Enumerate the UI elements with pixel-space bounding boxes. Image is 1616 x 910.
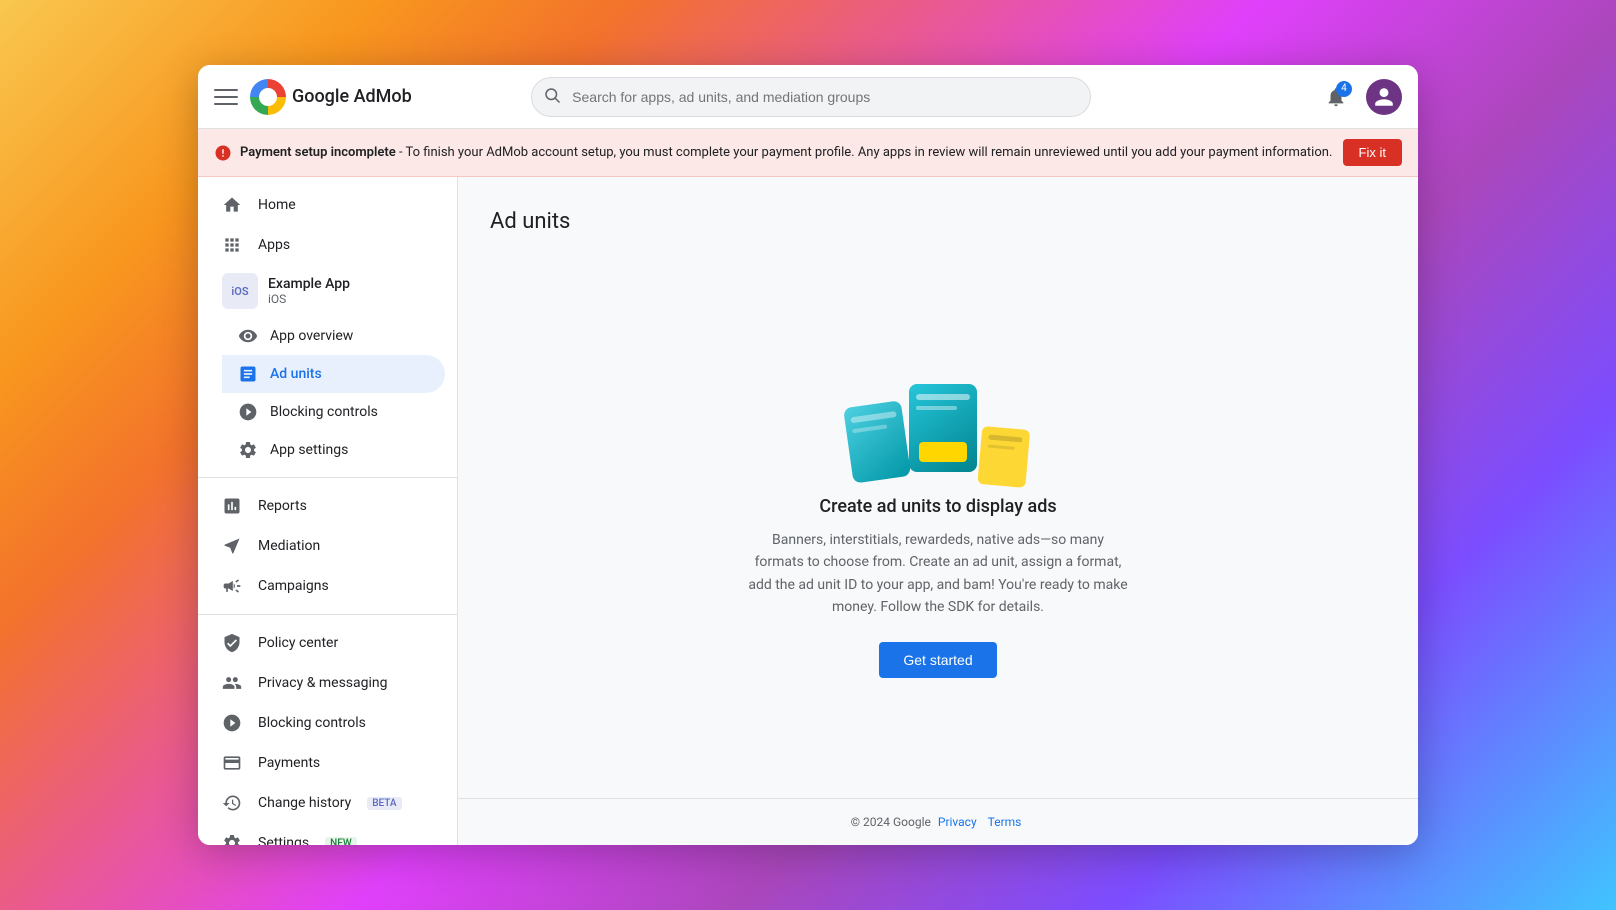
ad-card-front [977,426,1030,488]
privacy-messaging-icon [222,673,242,693]
fix-it-button[interactable]: Fix it [1343,139,1402,166]
sidebar-item-campaigns[interactable]: Campaigns [198,566,445,606]
beta-badge: BETA [367,797,401,810]
sidebar-item-change-history[interactable]: Change history BETA [198,783,445,823]
notifications-button[interactable]: 4 [1318,79,1354,115]
sidebar-item-home[interactable]: Home [198,185,445,225]
empty-state-title: Create ad units to display ads [819,496,1056,517]
avatar[interactable] [1366,79,1402,115]
app-name: Example App [268,276,350,292]
sidebar-home-label: Home [258,197,296,213]
sidebar-payments-label: Payments [258,755,320,771]
app-platform: iOS [268,292,350,306]
empty-state: Create ad units to display ads Banners, … [708,274,1168,766]
sidebar-policy-center-label: Policy center [258,635,338,651]
sidebar-ad-units-label: Ad units [270,366,322,382]
empty-state-description: Banners, interstitials, rewardeds, nativ… [748,529,1128,619]
page-title: Ad units [490,209,570,234]
sidebar-item-app-overview[interactable]: App overview [222,317,445,355]
change-history-icon [222,793,242,813]
payments-icon [222,753,242,773]
sidebar-item-payments[interactable]: Payments [198,743,445,783]
app-entry-info: Example App iOS [268,276,350,306]
topbar-right: 4 [1318,79,1402,115]
sidebar-item-policy-center[interactable]: Policy center [198,623,445,663]
ad-units-icon [238,364,258,384]
sidebar-item-apps[interactable]: Apps [198,225,445,265]
sidebar-privacy-messaging-label: Privacy & messaging [258,675,388,691]
reports-icon [222,496,242,516]
sidebar-reports-label: Reports [258,498,307,514]
sidebar: Home Apps iOS Example App iOS [198,177,458,845]
privacy-link[interactable]: Privacy [938,815,977,829]
home-icon [222,195,242,215]
search-bar [531,77,1091,117]
admob-logo-icon [250,79,286,115]
mediation-icon [222,536,242,556]
get-started-button[interactable]: Get started [879,642,996,678]
sidebar-blocking-controls-app-label: Blocking controls [270,404,378,420]
sidebar-item-mediation[interactable]: Mediation [198,526,445,566]
sidebar-apps-label: Apps [258,237,290,253]
sidebar-item-privacy-messaging[interactable]: Privacy & messaging [198,663,445,703]
blocking-controls-global-icon [222,713,242,733]
settings-icon [222,833,242,845]
sidebar-change-history-label: Change history [258,795,351,811]
ad-illustration [873,362,1003,472]
sidebar-item-blocking-controls-global[interactable]: Blocking controls [198,703,445,743]
banner-text: Payment setup incomplete - To finish you… [240,145,1335,160]
payment-banner: Payment setup incomplete - To finish you… [198,129,1418,177]
sidebar-blocking-controls-global-label: Blocking controls [258,715,366,731]
sidebar-item-app-settings[interactable]: App settings [222,431,445,469]
terms-link[interactable]: Terms [988,815,1022,829]
sidebar-item-reports[interactable]: Reports [198,486,445,526]
policy-center-icon [222,633,242,653]
content-inner: Ad units [458,177,1418,798]
topbar: Google AdMob 4 [198,65,1418,129]
apps-icon [222,235,242,255]
search-icon [543,86,561,108]
app-icon: iOS [222,273,258,309]
sidebar-item-blocking-controls[interactable]: Blocking controls [222,393,445,431]
logo-text: Google AdMob [292,86,412,107]
sidebar-app-settings-label: App settings [270,442,348,458]
campaigns-icon [222,576,242,596]
sidebar-item-ad-units[interactable]: Ad units [222,355,445,393]
sidebar-settings-label: Settings [258,835,309,845]
logo-area: Google AdMob [250,79,412,115]
new-badge: NEW [325,837,357,846]
app-entry[interactable]: iOS Example App iOS [198,265,445,317]
warning-icon [214,144,232,162]
menu-icon[interactable] [214,85,238,109]
search-input[interactable] [531,77,1091,117]
copyright-text: © 2024 Google [851,815,931,829]
app-sub-menu: App overview Ad units Blocking controls [222,317,457,469]
sidebar-item-settings[interactable]: Settings NEW [198,823,445,845]
sidebar-campaigns-label: Campaigns [258,578,329,594]
app-settings-icon [238,440,258,460]
sidebar-app-overview-label: App overview [270,328,353,344]
blocking-controls-app-icon [238,402,258,422]
overview-icon [238,326,258,346]
main-layout: Home Apps iOS Example App iOS [198,177,1418,845]
sidebar-mediation-label: Mediation [258,538,320,554]
ad-card-main [909,384,977,472]
ad-card-back [843,400,911,483]
notification-badge: 4 [1336,81,1352,97]
content-area: Ad units [458,177,1418,845]
footer: © 2024 Google Privacy Terms [458,798,1418,845]
